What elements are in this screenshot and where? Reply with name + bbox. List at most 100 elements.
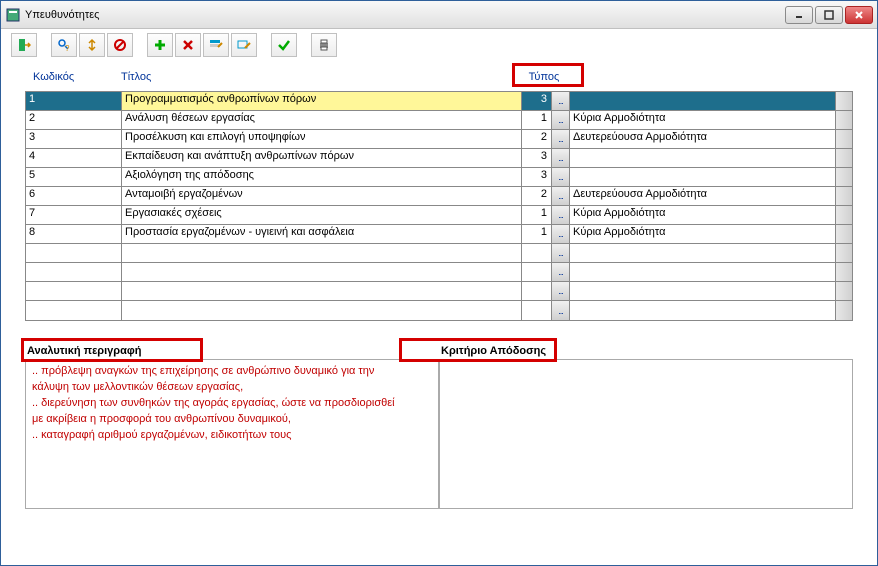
scrollbar[interactable] [836, 263, 852, 281]
cell-responsibility[interactable] [570, 168, 836, 186]
scrollbar[interactable] [836, 244, 852, 262]
lookup-button[interactable]: ... [552, 244, 570, 262]
cell-code[interactable]: 4 [26, 149, 122, 167]
cell-title[interactable]: Προστασία εργαζομένων - υγιεινή και ασφά… [122, 225, 522, 243]
cell-code[interactable]: 5 [26, 168, 122, 186]
scrollbar[interactable] [836, 92, 852, 110]
cell-title[interactable] [122, 282, 522, 300]
cell-responsibility[interactable] [570, 301, 836, 320]
scrollbar[interactable] [836, 149, 852, 167]
cell-code[interactable] [26, 263, 122, 281]
table-row[interactable]: 3Προσέλκυση και επιλογή υποψηφίων2...Δευ… [26, 130, 852, 149]
table-row[interactable]: 1Προγραμματισμός ανθρωπίνων πόρων3... [26, 92, 852, 111]
scrollbar[interactable] [836, 187, 852, 205]
cell-responsibility[interactable] [570, 282, 836, 300]
lookup-button[interactable]: ... [552, 263, 570, 281]
col-header-code[interactable]: Κωδικός [25, 71, 121, 89]
cell-code[interactable]: 2 [26, 111, 122, 129]
cell-title[interactable] [122, 244, 522, 262]
criterion-text[interactable] [439, 359, 853, 509]
cell-title[interactable]: Προσέλκυση και επιλογή υποψηφίων [122, 130, 522, 148]
cell-title[interactable]: Αξιολόγηση της απόδοσης [122, 168, 522, 186]
cell-code[interactable]: 7 [26, 206, 122, 224]
minimize-button[interactable] [785, 6, 813, 24]
cell-type[interactable] [522, 301, 552, 320]
print-button[interactable] [311, 33, 337, 57]
cell-type[interactable]: 3 [522, 168, 552, 186]
cell-responsibility[interactable]: Κύρια Αρμοδιότητα [570, 206, 836, 224]
cell-code[interactable] [26, 282, 122, 300]
refresh-button[interactable] [79, 33, 105, 57]
cell-type[interactable] [522, 244, 552, 262]
edit-cell-button[interactable] [231, 33, 257, 57]
scrollbar[interactable] [836, 130, 852, 148]
cell-responsibility[interactable]: Δευτερεύουσα Αρμοδιότητα [570, 187, 836, 205]
cell-responsibility[interactable]: Κύρια Αρμοδιότητα [570, 111, 836, 129]
data-grid[interactable]: 1Προγραμματισμός ανθρωπίνων πόρων3...2Αν… [25, 91, 853, 321]
table-row-empty[interactable]: ... [26, 244, 852, 263]
cell-type[interactable]: 2 [522, 187, 552, 205]
exit-button[interactable] [11, 33, 37, 57]
table-row[interactable]: 5Αξιολόγηση της απόδοσης3... [26, 168, 852, 187]
lookup-button[interactable]: ... [552, 282, 570, 300]
table-row[interactable]: 6Ανταμοιβή εργαζομένων2...Δευτερεύουσα Α… [26, 187, 852, 206]
cell-code[interactable] [26, 301, 122, 320]
table-row[interactable]: 8Προστασία εργαζομένων - υγιεινή και ασφ… [26, 225, 852, 244]
lookup-button[interactable]: ... [552, 225, 570, 243]
lookup-button[interactable]: ... [552, 187, 570, 205]
lookup-button[interactable]: ... [552, 301, 570, 320]
cell-title[interactable] [122, 301, 522, 320]
cell-responsibility[interactable]: Κύρια Αρμοδιότητα [570, 225, 836, 243]
cell-type[interactable]: 3 [522, 92, 552, 110]
table-row[interactable]: 7Εργασιακές σχέσεις1...Κύρια Αρμοδιότητα [26, 206, 852, 225]
description-text[interactable]: .. πρόβλεψη αναγκών της επιχείρησης σε α… [25, 359, 439, 509]
cell-title[interactable]: Ανάλυση θέσεων εργασίας [122, 111, 522, 129]
cancel-button[interactable] [107, 33, 133, 57]
cell-code[interactable]: 6 [26, 187, 122, 205]
scrollbar[interactable] [836, 301, 852, 320]
cell-responsibility[interactable] [570, 92, 836, 110]
cell-title[interactable]: Ανταμοιβή εργαζομένων [122, 187, 522, 205]
table-row[interactable]: 2Ανάλυση θέσεων εργασίας1...Κύρια Αρμοδι… [26, 111, 852, 130]
cell-code[interactable]: 3 [26, 130, 122, 148]
maximize-button[interactable] [815, 6, 843, 24]
lookup-button[interactable]: ... [552, 168, 570, 186]
confirm-button[interactable] [271, 33, 297, 57]
lookup-button[interactable]: ... [552, 111, 570, 129]
edit-row-button[interactable] [203, 33, 229, 57]
cell-type[interactable]: 3 [522, 149, 552, 167]
cell-code[interactable]: 1 [26, 92, 122, 110]
cell-title[interactable]: Εκπαίδευση και ανάπτυξη ανθρωπίνων πόρων [122, 149, 522, 167]
cell-responsibility[interactable] [570, 149, 836, 167]
cell-type[interactable] [522, 282, 552, 300]
table-row-empty[interactable]: ... [26, 301, 852, 320]
lookup-button[interactable]: ... [552, 130, 570, 148]
delete-button[interactable] [175, 33, 201, 57]
close-button[interactable] [845, 6, 873, 24]
cell-type[interactable]: 2 [522, 130, 552, 148]
lookup-button[interactable]: ... [552, 206, 570, 224]
scrollbar[interactable] [836, 111, 852, 129]
cell-title[interactable]: Εργασιακές σχέσεις [122, 206, 522, 224]
cell-type[interactable] [522, 263, 552, 281]
scrollbar[interactable] [836, 225, 852, 243]
cell-type[interactable]: 1 [522, 111, 552, 129]
lookup-button[interactable]: ... [552, 92, 570, 110]
cell-responsibility[interactable] [570, 263, 836, 281]
scrollbar[interactable] [836, 282, 852, 300]
cell-type[interactable]: 1 [522, 225, 552, 243]
scrollbar[interactable] [836, 206, 852, 224]
find-button[interactable]: ? [51, 33, 77, 57]
table-row[interactable]: 4Εκπαίδευση και ανάπτυξη ανθρωπίνων πόρω… [26, 149, 852, 168]
table-row-empty[interactable]: ... [26, 282, 852, 301]
cell-code[interactable]: 8 [26, 225, 122, 243]
cell-code[interactable] [26, 244, 122, 262]
cell-type[interactable]: 1 [522, 206, 552, 224]
scrollbar[interactable] [836, 168, 852, 186]
cell-responsibility[interactable] [570, 244, 836, 262]
col-header-title[interactable]: Τίτλος [121, 71, 521, 89]
lookup-button[interactable]: ... [552, 149, 570, 167]
cell-responsibility[interactable]: Δευτερεύουσα Αρμοδιότητα [570, 130, 836, 148]
cell-title[interactable]: Προγραμματισμός ανθρωπίνων πόρων [122, 92, 522, 110]
table-row-empty[interactable]: ... [26, 263, 852, 282]
